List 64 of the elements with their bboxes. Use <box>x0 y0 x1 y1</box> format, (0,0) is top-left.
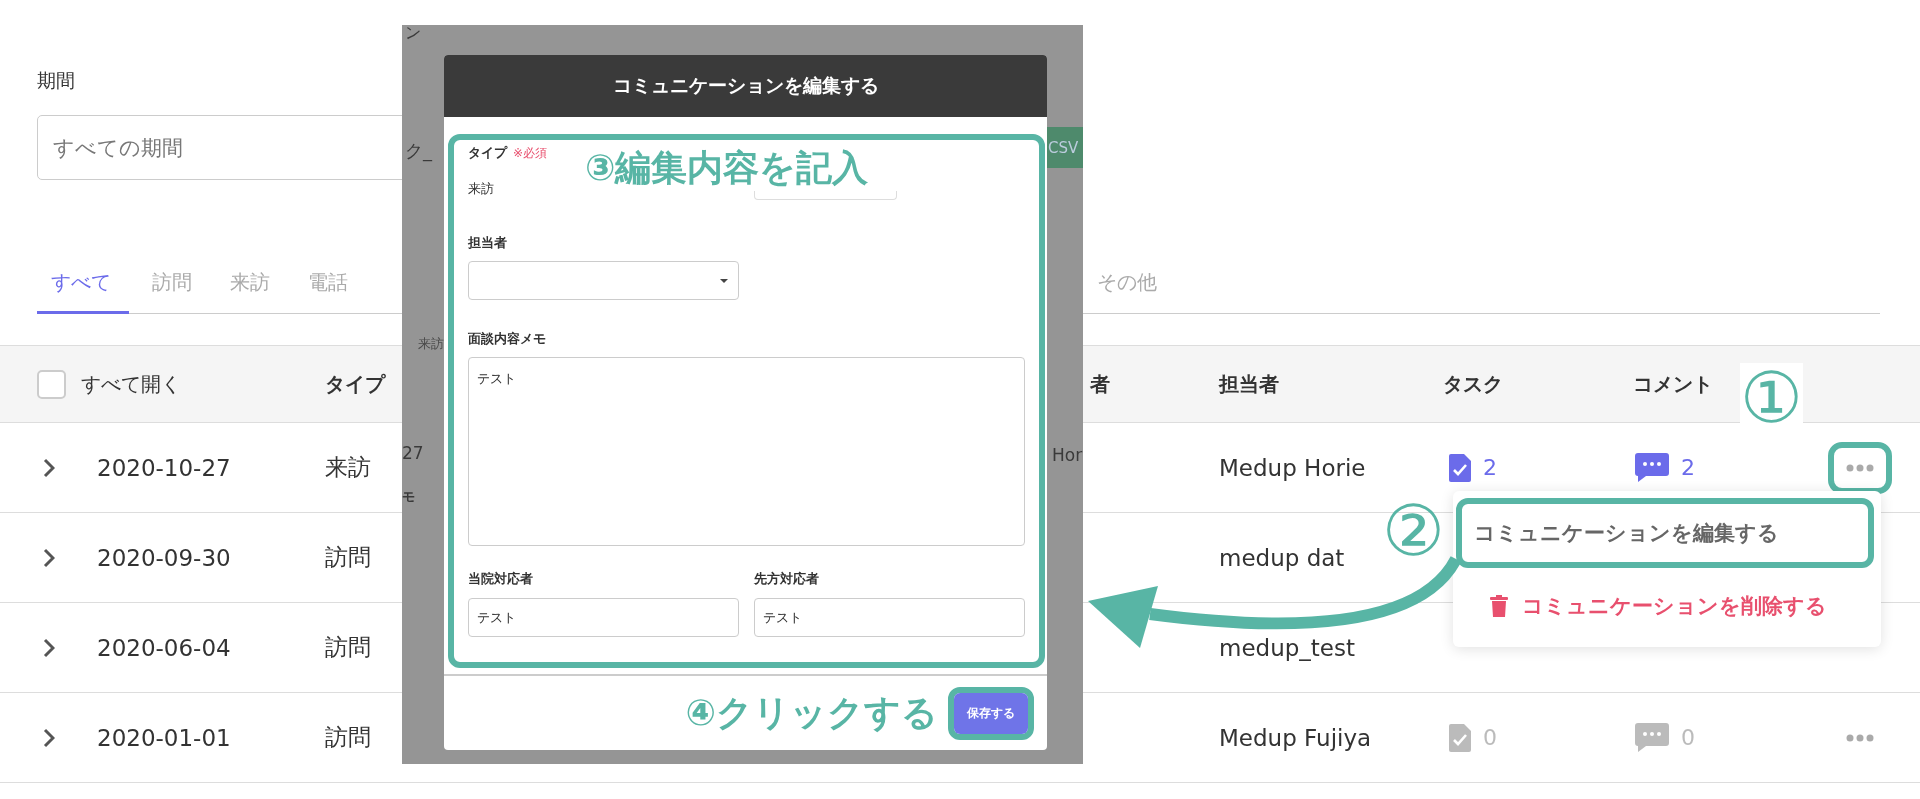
chevron-right-icon <box>43 547 55 568</box>
date-cell: 2020-09-30 <box>97 544 231 571</box>
date-cell: 2020-01-01 <box>97 724 231 751</box>
background-text: ク_ <box>405 139 432 163</box>
caret-icon <box>720 278 728 283</box>
checkbox[interactable] <box>37 369 66 399</box>
tab[interactable]: 電話 <box>293 255 363 314</box>
memo-field[interactable]: テスト <box>468 357 1025 546</box>
staff-select[interactable] <box>468 261 739 300</box>
chevron-right-icon <box>43 727 55 748</box>
background-text: モ <box>402 488 415 506</box>
chevron-right-icon <box>43 637 55 658</box>
staff-cell: Medup Fujiya <box>1219 724 1372 751</box>
field-label: 面談内容メモ <box>468 330 546 348</box>
expand-all-label: すべて開く <box>81 370 181 398</box>
input-field[interactable] <box>754 191 897 200</box>
field-label: タイプ <box>468 145 507 160</box>
step-number: ② <box>1382 496 1445 566</box>
input-field[interactable]: テスト <box>468 598 739 637</box>
staff-cell: Medup Horie <box>1219 454 1366 481</box>
step-annotation: ④クリックする <box>685 690 938 735</box>
more-icon <box>1846 733 1874 742</box>
type-cell-text: 来訪 <box>325 453 371 482</box>
field-label: 先方対応者 <box>754 570 819 588</box>
modal-title: コミュニケーションを編集する <box>612 73 879 98</box>
tab[interactable]: 訪問 <box>137 255 207 314</box>
staff-cell: medup dat <box>1219 544 1345 571</box>
required-mark: ※必須 <box>513 146 548 160</box>
type-cell-text: 訪問 <box>325 633 371 662</box>
column-header: コメント <box>1633 370 1713 398</box>
more-icon <box>1846 463 1874 472</box>
date-cell: 2020-06-04 <box>97 634 231 661</box>
background-text: 来訪 <box>418 335 444 353</box>
date-cell: 2020-10-27 <box>97 454 231 481</box>
column-header: 者 <box>1090 370 1110 398</box>
column-header: タイプ <box>325 370 385 398</box>
comment-count: 2 <box>1681 455 1695 480</box>
field-label: 当院対応者 <box>468 570 533 588</box>
step-annotation: ③編集内容を記入 <box>585 146 869 190</box>
background-text: ン <box>405 25 421 44</box>
task-count: 0 <box>1483 725 1497 750</box>
comment-count: 0 <box>1681 725 1695 750</box>
menu-item[interactable]: コミュニケーションを編集する <box>1456 498 1874 568</box>
menu-item-label: コミュニケーションを削除する <box>1522 593 1827 620</box>
type-cell-text: 訪問 <box>325 543 371 572</box>
tab[interactable]: 来訪 <box>215 255 285 314</box>
background-text: Hor <box>1052 445 1083 465</box>
background-text: 27 <box>402 443 424 463</box>
tab[interactable]: その他 <box>1097 255 1172 314</box>
save-button[interactable]: 保存する <box>954 692 1028 734</box>
type-cell-text: 訪問 <box>325 723 371 752</box>
column-header: 担当者 <box>1219 370 1279 398</box>
column-header: タスク <box>1443 370 1503 398</box>
filter-label: 期間 <box>37 68 75 92</box>
field-label: 担当者 <box>468 234 507 252</box>
csv-button[interactable]: CSV <box>1045 127 1083 168</box>
input-field[interactable]: テスト <box>754 598 1025 637</box>
task-count: 2 <box>1483 455 1497 480</box>
tab[interactable]: すべて <box>37 255 129 314</box>
type-value: 来訪 <box>468 180 494 198</box>
menu-item[interactable]: コミュニケーションを削除する <box>1456 577 1874 635</box>
staff-cell: medup_test <box>1219 634 1355 661</box>
chevron-right-icon <box>43 457 55 478</box>
trash-icon <box>1490 595 1508 617</box>
